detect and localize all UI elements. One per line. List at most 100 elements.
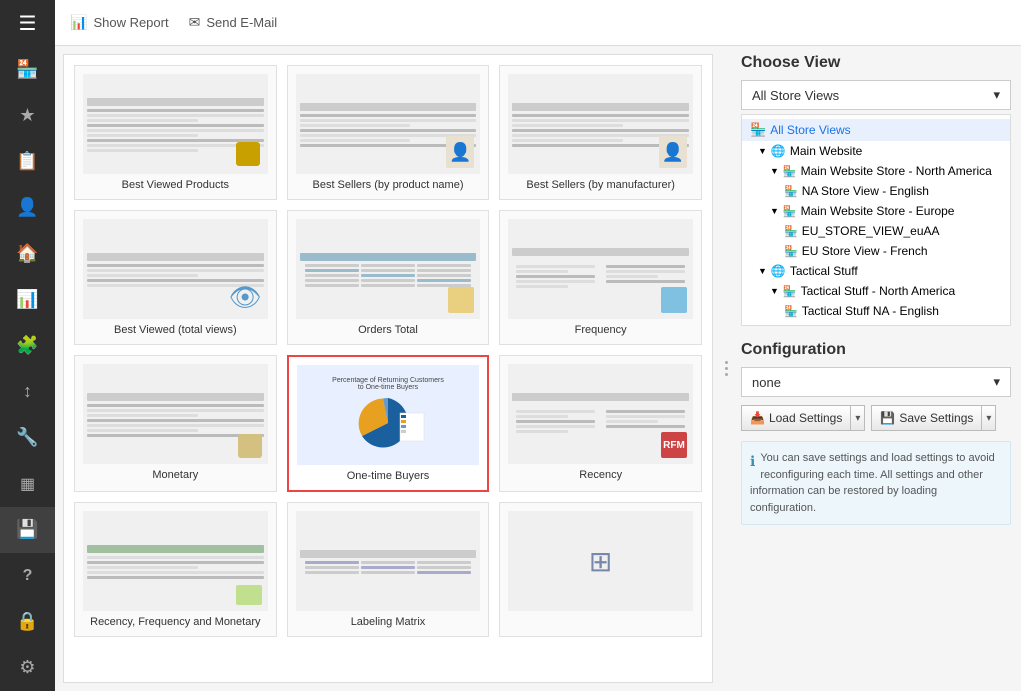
report-card-recency[interactable]: RFM Recency xyxy=(499,355,702,492)
sidebar-item-help[interactable]: ? xyxy=(0,553,55,599)
star-icon: ★ xyxy=(19,105,35,126)
report-thumbnail-extra: ⊞ xyxy=(508,511,693,611)
save-settings-arrow-button[interactable]: ▾ xyxy=(982,405,996,431)
tree-item-eu-french[interactable]: 🏪 EU Store View - French xyxy=(742,241,1010,261)
configuration-title: Configuration xyxy=(741,341,1011,359)
store-view-icon-eu: 🏪 xyxy=(784,225,798,238)
report-card-frequency[interactable]: Frequency xyxy=(499,210,702,345)
load-settings-button[interactable]: 📥 Load Settings xyxy=(741,405,851,431)
sidebar-item-favorites[interactable]: ★ xyxy=(0,92,55,138)
report-title-monetary: Monetary xyxy=(83,469,268,481)
configuration-section: Configuration none ▾ 📥 Load Settings ▾ xyxy=(741,341,1011,525)
report-card-rfm[interactable]: Recency, Frequency and Monetary xyxy=(74,502,277,637)
chart-icon: 📊 xyxy=(16,289,38,310)
report-title-best-viewed: Best Viewed Products xyxy=(83,179,268,191)
tree-item-mws-na-label: Main Website Store - North America xyxy=(801,164,992,178)
tree-item-na-english[interactable]: 🏪 NA Store View - English xyxy=(742,181,1010,201)
load-settings-arrow-button[interactable]: ▾ xyxy=(851,405,865,431)
config-info: ℹ You can save settings and load setting… xyxy=(741,441,1011,525)
puzzle-icon: 🧩 xyxy=(16,335,38,356)
home-icon: 🏠 xyxy=(16,243,38,264)
store-icon-ts-na: 🏪 xyxy=(783,285,797,298)
sidebar-item-reports[interactable]: 📋 xyxy=(0,138,55,184)
config-dropdown[interactable]: none ▾ xyxy=(741,367,1011,397)
report-card-extra[interactable]: ⊞ xyxy=(499,502,702,637)
store-view-icon-ts-na-english: 🏪 xyxy=(784,305,798,318)
config-dropdown-value: none xyxy=(752,375,781,390)
report-card-best-sellers-name[interactable]: 👤 Best Sellers (by product name) xyxy=(287,65,490,200)
config-dropdown-arrow-icon: ▾ xyxy=(993,374,1000,390)
tree-item-mws-europe[interactable]: ▼ 🏪 Main Website Store - Europe xyxy=(742,201,1010,221)
tree-item-tactical-stuff[interactable]: ▼ 🌐 Tactical Stuff xyxy=(742,261,1010,281)
save-settings-button[interactable]: 💾 Save Settings xyxy=(871,405,982,431)
show-report-icon: 📊 xyxy=(70,14,87,31)
report-title-orders-total: Orders Total xyxy=(296,324,481,336)
sidebar-item-charts[interactable]: 📊 xyxy=(0,276,55,322)
report-card-best-sellers-mfr[interactable]: 👤 Best Sellers (by manufacturer) xyxy=(499,65,702,200)
tree-item-eu-french-label: EU Store View - French xyxy=(802,244,928,258)
sidebar-item-extensions[interactable]: 🧩 xyxy=(0,322,55,368)
tree-item-all-store-label: All Store Views xyxy=(770,123,850,137)
store-icon-mws-eu: 🏪 xyxy=(783,205,797,218)
tree-item-ts-north-america[interactable]: ▼ 🏪 Tactical Stuff - North America xyxy=(742,281,1010,301)
send-email-button[interactable]: ✉ Send E-Mail xyxy=(189,14,278,31)
expand-icon-main-website: ▼ xyxy=(758,146,767,156)
report-card-best-viewed[interactable]: Best Viewed Products xyxy=(74,65,277,200)
send-email-label: Send E-Mail xyxy=(206,15,277,30)
report-thumbnail-labeling-matrix xyxy=(296,511,481,611)
sidebar-item-home[interactable]: 🏠 xyxy=(0,230,55,276)
sidebar-item-gear[interactable]: ⚙ xyxy=(0,645,55,691)
tree-item-all-store[interactable]: 🏪 All Store Views xyxy=(742,119,1010,141)
save-settings-icon: 💾 xyxy=(880,411,895,425)
report-title-labeling-matrix: Labeling Matrix xyxy=(296,616,481,628)
sidebar-hamburger[interactable]: ☰ xyxy=(0,0,55,46)
report-card-best-viewed-total[interactable]: 👁 Best Viewed (total views) xyxy=(74,210,277,345)
config-info-text: You can save settings and load settings … xyxy=(750,452,995,514)
store-view-dropdown[interactable]: All Store Views ▾ xyxy=(741,80,1011,110)
sidebar-item-layers[interactable]: ▦ xyxy=(0,461,55,507)
report-thumbnail-best-sellers-name: 👤 xyxy=(296,74,481,174)
save-settings-label: Save Settings xyxy=(899,411,973,425)
report-card-labeling-matrix[interactable]: Labeling Matrix xyxy=(287,502,490,637)
arrows-icon: ↕ xyxy=(23,381,32,402)
store-icon: 🏪 xyxy=(16,59,38,80)
reports-icon: 📋 xyxy=(16,151,38,172)
store-view-icon-na-english: 🏪 xyxy=(784,185,798,198)
sidebar-item-transfers[interactable]: ↕ xyxy=(0,369,55,415)
lock-icon: 🔒 xyxy=(16,611,38,632)
report-thumbnail-frequency xyxy=(508,219,693,319)
resize-handle[interactable] xyxy=(721,46,731,691)
tree-item-ts-na-english[interactable]: 🏪 Tactical Stuff NA - English xyxy=(742,301,1010,321)
toolbar: 📊 Show Report ✉ Send E-Mail xyxy=(55,0,1021,46)
tree-item-mws-north-america[interactable]: ▼ 🏪 Main Website Store - North America xyxy=(742,161,1010,181)
report-card-orders-total[interactable]: Orders Total xyxy=(287,210,490,345)
sidebar-item-users[interactable]: 👤 xyxy=(0,184,55,230)
wrench-icon: 🔧 xyxy=(16,427,38,448)
tree-item-main-website-label: Main Website xyxy=(790,144,862,158)
tree-item-eu-store[interactable]: 🏪 EU_STORE_VIEW_euAA xyxy=(742,221,1010,241)
load-settings-label: Load Settings xyxy=(769,411,842,425)
tree-item-tactical-stuff-label: Tactical Stuff xyxy=(790,264,858,278)
config-buttons: 📥 Load Settings ▾ 💾 Save Settings ▾ xyxy=(741,405,1011,431)
dropdown-arrow-icon: ▾ xyxy=(993,87,1000,103)
load-icon: 📥 xyxy=(750,411,765,425)
report-thumbnail-best-viewed xyxy=(83,74,268,174)
report-card-monetary[interactable]: Monetary xyxy=(74,355,277,492)
sidebar: ☰ 🏪 ★ 📋 👤 🏠 📊 🧩 ↕ 🔧 ▦ 💾 ? 🔒 ⚙ xyxy=(0,0,55,691)
tree-item-main-website[interactable]: ▼ 🌐 Main Website xyxy=(742,141,1010,161)
report-title-best-viewed-total: Best Viewed (total views) xyxy=(83,324,268,336)
show-report-button[interactable]: 📊 Show Report xyxy=(70,14,169,31)
sidebar-item-store[interactable]: 🏪 xyxy=(0,46,55,92)
sidebar-item-save[interactable]: 💾 xyxy=(0,507,55,553)
pie-chart xyxy=(348,393,428,453)
tree-item-ts-na-label: Tactical Stuff - North America xyxy=(801,284,956,298)
save-settings-group: 💾 Save Settings ▾ xyxy=(871,405,996,431)
report-card-one-time-buyers[interactable]: Percentage of Returning Customersto One-… xyxy=(287,355,490,492)
email-icon: ✉ xyxy=(189,14,201,31)
sidebar-item-wrench[interactable]: 🔧 xyxy=(0,415,55,461)
sidebar-item-lock[interactable]: 🔒 xyxy=(0,599,55,645)
report-thumbnail-monetary xyxy=(83,364,268,464)
report-title-best-sellers-mfr: Best Sellers (by manufacturer) xyxy=(508,179,693,191)
tree-item-na-english-label: NA Store View - English xyxy=(802,184,929,198)
choose-view-title: Choose View xyxy=(741,54,1011,72)
